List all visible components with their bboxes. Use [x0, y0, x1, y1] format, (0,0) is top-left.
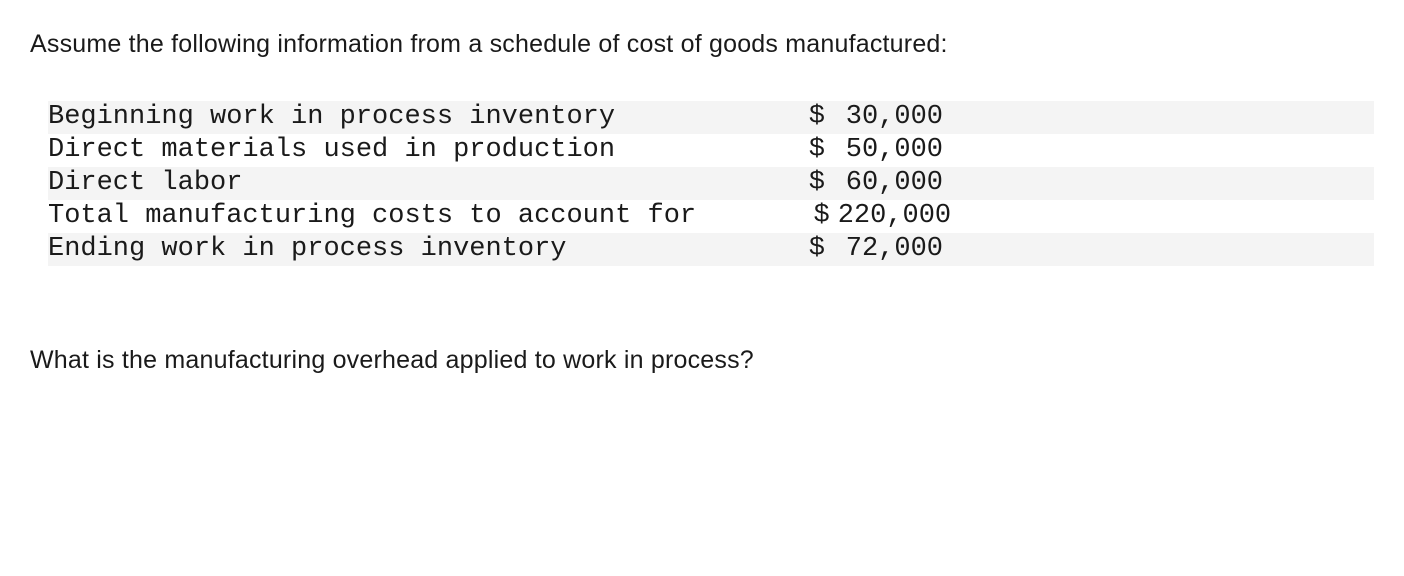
table-row: Ending work in process inventory $ 72,00… [48, 233, 1374, 266]
row-label: Direct materials used in production [48, 135, 688, 166]
row-label: Ending work in process inventory [48, 234, 688, 265]
currency-symbol: $ [809, 135, 825, 166]
currency-symbol: $ [809, 102, 825, 133]
table-row: Beginning work in process inventory $ 30… [48, 101, 1374, 134]
amount-value: 72,000 [833, 234, 943, 265]
row-value: $ 30,000 [688, 102, 943, 133]
schedule-table: Beginning work in process inventory $ 30… [30, 101, 1374, 266]
amount-value: 30,000 [833, 102, 943, 133]
intro-paragraph: Assume the following information from a … [30, 30, 1374, 59]
row-label: Beginning work in process inventory [48, 102, 688, 133]
currency-symbol: $ [809, 168, 825, 199]
table-row: Total manufacturing costs to account for… [48, 200, 1374, 233]
amount-value: 220,000 [838, 201, 951, 232]
question-paragraph: What is the manufacturing overhead appli… [30, 346, 1374, 375]
row-value: $ 50,000 [688, 135, 943, 166]
table-row: Direct materials used in production $ 50… [48, 134, 1374, 167]
amount-value: 60,000 [833, 168, 943, 199]
currency-symbol: $ [813, 201, 829, 232]
row-value: $ 60,000 [688, 168, 943, 199]
currency-symbol: $ [809, 234, 825, 265]
amount-value: 50,000 [833, 135, 943, 166]
row-label: Direct labor [48, 168, 688, 199]
row-label: Total manufacturing costs to account for [48, 201, 696, 232]
table-row: Direct labor $ 60,000 [48, 167, 1374, 200]
row-value: $ 220,000 [696, 201, 951, 232]
row-value: $ 72,000 [688, 234, 943, 265]
